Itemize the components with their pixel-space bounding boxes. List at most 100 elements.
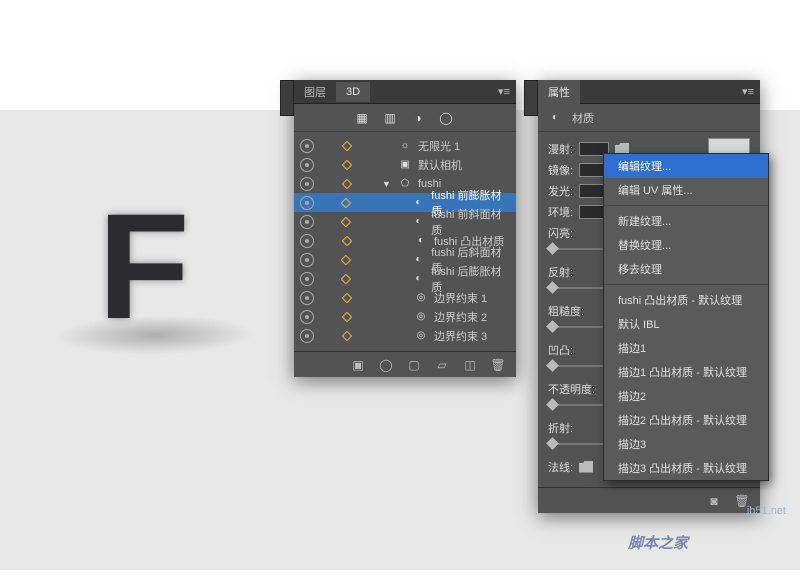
label-specular: 镜像: bbox=[548, 162, 573, 178]
filter-light-icon[interactable]: ◯ bbox=[438, 110, 454, 126]
disclosure-icon bbox=[342, 140, 353, 151]
menu-remove-texture[interactable]: 移去纹理 bbox=[604, 257, 768, 281]
con-icon: ◎ bbox=[414, 329, 428, 343]
tree-item[interactable]: ◎ 边界约束 1 bbox=[294, 288, 516, 307]
label-refract: 折射: bbox=[548, 420, 573, 436]
tree-item[interactable]: ◎ 边界约束 2 bbox=[294, 307, 516, 326]
eye-icon[interactable] bbox=[300, 196, 314, 210]
scene-tree: ☼无限光 1▣默认相机▼⬠fushi◐fushi 前膨胀材质◐fushi 前斜面… bbox=[294, 132, 516, 351]
mat-icon: ◐ bbox=[414, 234, 428, 248]
caret-icon: ▼ bbox=[382, 179, 392, 189]
eye-icon[interactable] bbox=[300, 139, 314, 153]
label-reflect: 反射: bbox=[548, 264, 573, 280]
folder-normal[interactable] bbox=[579, 461, 593, 473]
tree-item-label: 默认相机 bbox=[418, 157, 462, 173]
tree-item[interactable]: ◎ 边界约束 3 bbox=[294, 326, 516, 345]
label-glow: 发光: bbox=[548, 183, 573, 199]
menu-texture-item[interactable]: 描边2 凸出材质 - 默认纹理 bbox=[604, 408, 768, 432]
disclosure-icon bbox=[342, 178, 353, 189]
tree-item[interactable]: ☼ 无限光 1 bbox=[294, 136, 516, 155]
panel-props-flyout[interactable]: ▾≡ bbox=[736, 85, 760, 98]
label-opacity: 不透明度: bbox=[548, 381, 595, 397]
eye-icon[interactable] bbox=[300, 177, 314, 191]
label-normal: 法线: bbox=[548, 459, 573, 475]
panel-grip[interactable] bbox=[280, 80, 294, 116]
con-icon: ◎ bbox=[414, 291, 428, 305]
disclosure-icon bbox=[342, 235, 353, 246]
eye-icon[interactable] bbox=[300, 158, 314, 172]
mat-icon: ◐ bbox=[412, 196, 426, 210]
disclosure-icon bbox=[341, 254, 352, 265]
eye-icon[interactable] bbox=[300, 329, 314, 343]
con-icon: ◎ bbox=[414, 310, 428, 324]
light-icon[interactable]: ◯ bbox=[378, 357, 394, 373]
label-shine: 闪亮: bbox=[548, 225, 573, 241]
tab-layers[interactable]: 图层 bbox=[294, 80, 336, 104]
mat-icon: ◐ bbox=[412, 253, 426, 267]
menu-new-texture[interactable]: 新建纹理... bbox=[604, 209, 768, 233]
filter-material-icon[interactable]: ◑ bbox=[410, 110, 426, 126]
props-type-label: 材质 bbox=[572, 110, 594, 126]
disclosure-icon bbox=[342, 330, 353, 341]
eye-icon[interactable] bbox=[300, 272, 314, 286]
eye-icon[interactable] bbox=[300, 234, 314, 248]
tree-item[interactable]: ▣默认相机 bbox=[294, 155, 516, 174]
panel-3d: 图层 3D ▾≡ ▦ ▥ ◑ ◯ ☼无限光 1▣默认相机▼⬠fushi◐fush… bbox=[294, 80, 516, 377]
material-icon: ◐ bbox=[548, 111, 562, 125]
light-icon: ☼ bbox=[398, 139, 412, 153]
menu-texture-item[interactable]: 描边3 凸出材质 - 默认纹理 bbox=[604, 456, 768, 480]
letter-f: F bbox=[98, 180, 190, 353]
camera-icon[interactable]: ▢ bbox=[406, 357, 422, 373]
trash-icon[interactable]: 🗑 bbox=[490, 357, 506, 373]
panel-props-tabbar: 属性 ▾≡ bbox=[538, 80, 760, 104]
tree-item-label: 边界约束 1 bbox=[434, 290, 487, 306]
disclosure-icon bbox=[341, 216, 352, 227]
panel-3d-flyout[interactable]: ▾≡ bbox=[492, 85, 516, 98]
disclosure-icon bbox=[341, 273, 352, 284]
tree-item[interactable]: ◐fushi 后膨胀材质 bbox=[294, 269, 516, 288]
eye-icon[interactable] bbox=[300, 291, 314, 305]
menu-separator bbox=[604, 205, 768, 206]
texture-menu: 编辑纹理... 编辑 UV 属性... 新建纹理... 替换纹理... 移去纹理… bbox=[603, 153, 769, 481]
panel-grip[interactable] bbox=[524, 80, 538, 116]
menu-edit-texture[interactable]: 编辑纹理... bbox=[604, 154, 768, 178]
disclosure-icon bbox=[342, 292, 353, 303]
menu-separator bbox=[604, 284, 768, 285]
eye-icon[interactable] bbox=[300, 253, 314, 267]
label-rough: 粗糙度: bbox=[548, 303, 584, 319]
menu-replace-texture[interactable]: 替换纹理... bbox=[604, 233, 768, 257]
disclosure-icon bbox=[342, 311, 353, 322]
tab-3d[interactable]: 3D bbox=[336, 82, 370, 102]
menu-texture-item[interactable]: 描边1 凸出材质 - 默认纹理 bbox=[604, 360, 768, 384]
tree-item-label: 边界约束 2 bbox=[434, 309, 487, 325]
mesh-icon: ⬠ bbox=[398, 177, 412, 191]
filter-all-icon[interactable]: ▦ bbox=[354, 110, 370, 126]
watermark-site: 脚本之家 bbox=[628, 532, 688, 553]
tab-properties[interactable]: 属性 bbox=[538, 80, 580, 104]
panel-props-footer: ◙ 🗑 bbox=[538, 487, 760, 513]
ground-icon[interactable]: ▱ bbox=[434, 357, 450, 373]
eye-icon[interactable] bbox=[300, 310, 314, 324]
preview-icon[interactable]: ◙ bbox=[706, 493, 722, 509]
menu-texture-item[interactable]: 描边1 bbox=[604, 336, 768, 360]
label-ambient: 环境: bbox=[548, 204, 573, 220]
filter-mesh-icon[interactable]: ▥ bbox=[382, 110, 398, 126]
tree-item-label: 边界约束 3 bbox=[434, 328, 487, 344]
new-icon[interactable]: ◫ bbox=[462, 357, 478, 373]
watermark-url: jb51.net bbox=[747, 505, 786, 517]
disclosure-icon bbox=[341, 197, 352, 208]
panel-3d-filterbar: ▦ ▥ ◑ ◯ bbox=[294, 104, 516, 132]
eye-icon[interactable] bbox=[300, 215, 314, 229]
disclosure-icon bbox=[342, 159, 353, 170]
menu-texture-item[interactable]: 描边3 bbox=[604, 432, 768, 456]
tree-item-label: 无限光 1 bbox=[418, 138, 460, 154]
tree-item[interactable]: ◐fushi 前斜面材质 bbox=[294, 212, 516, 231]
menu-texture-item[interactable]: 默认 IBL bbox=[604, 312, 768, 336]
label-diffuse: 漫射: bbox=[548, 141, 573, 157]
label-bump: 凹凸: bbox=[548, 342, 573, 358]
menu-edit-uv[interactable]: 编辑 UV 属性... bbox=[604, 178, 768, 202]
menu-texture-item[interactable]: fushi 凸出材质 - 默认纹理 bbox=[604, 288, 768, 312]
panel-3d-footer: ▣ ◯ ▢ ▱ ◫ 🗑 bbox=[294, 351, 516, 377]
render-icon[interactable]: ▣ bbox=[350, 357, 366, 373]
menu-texture-item[interactable]: 描边2 bbox=[604, 384, 768, 408]
